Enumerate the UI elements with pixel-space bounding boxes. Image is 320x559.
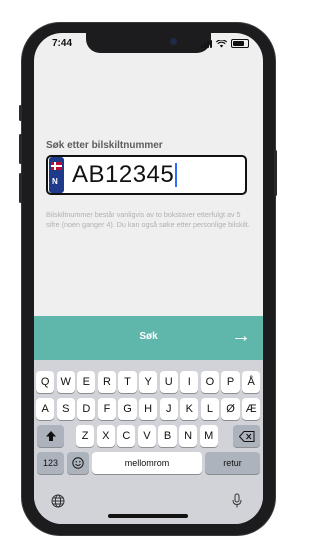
key-å[interactable]: Å [242, 371, 261, 393]
wifi-icon [216, 39, 227, 47]
key-f[interactable]: F [97, 398, 117, 420]
arrow-right-icon: → [231, 325, 251, 347]
key-s[interactable]: S [56, 398, 75, 420]
key-w[interactable]: W [56, 371, 75, 393]
shift-icon [45, 431, 56, 441]
status-time: 7:44 [52, 38, 73, 49]
text-cursor [175, 163, 177, 187]
key-u[interactable]: U [159, 371, 178, 393]
key-g[interactable]: G [118, 398, 137, 420]
shift-key[interactable] [37, 425, 64, 447]
emoji-key[interactable] [67, 452, 89, 474]
notch [86, 33, 211, 53]
country-letter: N [52, 177, 58, 186]
key-v[interactable]: V [137, 425, 157, 447]
key-r[interactable]: R [97, 371, 117, 393]
search-button[interactable]: Søk → [34, 316, 263, 360]
space-key[interactable]: mellomrom [92, 452, 202, 474]
norway-flag-icon: N [49, 157, 64, 193]
key-y[interactable]: Y [139, 371, 158, 393]
key-h[interactable]: H [139, 398, 158, 420]
backspace-icon [238, 430, 254, 442]
microphone-icon[interactable] [231, 493, 243, 512]
key-k[interactable]: K [180, 398, 199, 420]
key-e[interactable]: E [77, 371, 96, 393]
mute-switch [19, 105, 22, 121]
key-p[interactable]: P [221, 371, 240, 393]
search-label: Søk etter bilskiltnummer [46, 140, 163, 151]
status-icons [201, 39, 249, 48]
search-button-label: Søk [139, 331, 158, 342]
plate-input[interactable]: N AB12345 [46, 155, 247, 195]
key-q[interactable]: Q [36, 371, 55, 393]
key-b[interactable]: B [158, 425, 177, 447]
home-indicator[interactable] [108, 514, 188, 518]
key-j[interactable]: J [159, 398, 178, 420]
key-n[interactable]: N [179, 425, 198, 447]
screen: 7:44 Søk etter bilskiltnummer N AB12345 … [34, 33, 263, 524]
plate-value: AB12345 [72, 161, 175, 188]
signal-icon [201, 39, 212, 48]
numbers-key[interactable]: 123 [37, 452, 64, 474]
emoji-icon [72, 457, 84, 469]
globe-icon[interactable] [51, 494, 65, 511]
key-m[interactable]: M [199, 425, 218, 447]
volume-up-button [19, 134, 22, 164]
side-button [274, 150, 277, 196]
key-i[interactable]: I [180, 371, 199, 393]
help-text: Bilskiltnummer består vanligvis av to bo… [46, 210, 250, 229]
return-key[interactable]: retur [205, 452, 260, 474]
key-c[interactable]: C [117, 425, 136, 447]
key-l[interactable]: L [200, 398, 220, 420]
key-æ[interactable]: Æ [242, 398, 261, 420]
key-t[interactable]: T [118, 371, 137, 393]
key-x[interactable]: X [96, 425, 115, 447]
key-z[interactable]: Z [76, 425, 95, 447]
backspace-key[interactable] [233, 425, 260, 447]
key-ø[interactable]: Ø [221, 398, 240, 420]
key-a[interactable]: A [36, 398, 55, 420]
volume-down-button [19, 173, 22, 203]
camera-icon [170, 38, 177, 45]
key-d[interactable]: D [77, 398, 96, 420]
keyboard: QWERTYUIOPÅ ASDFGHJKLØÆ ZXCVBNM 123 mell… [34, 360, 263, 524]
battery-icon [231, 39, 249, 48]
key-o[interactable]: O [200, 371, 220, 393]
